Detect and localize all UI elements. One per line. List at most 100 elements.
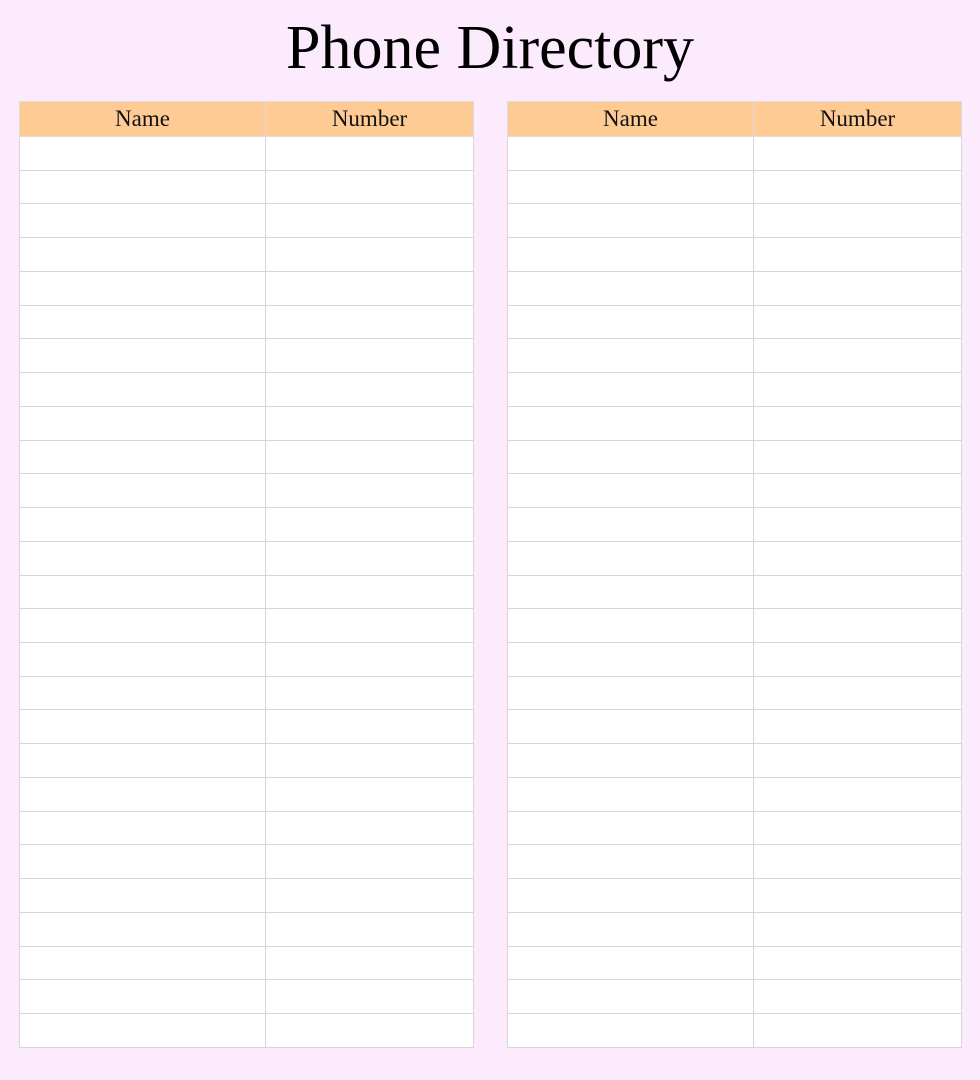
number-input[interactable] xyxy=(754,845,961,879)
name-input[interactable] xyxy=(508,440,753,474)
name-input[interactable] xyxy=(508,777,753,811)
name-input[interactable] xyxy=(20,744,265,777)
name-input[interactable] xyxy=(20,238,265,271)
name-input[interactable] xyxy=(508,845,753,879)
name-input[interactable] xyxy=(20,271,265,305)
name-input[interactable] xyxy=(20,609,265,643)
name-input[interactable] xyxy=(20,474,265,508)
name-input[interactable] xyxy=(20,710,265,744)
number-input[interactable] xyxy=(754,440,961,474)
name-input[interactable] xyxy=(20,137,265,170)
number-input[interactable] xyxy=(754,643,961,676)
number-input[interactable] xyxy=(754,609,961,643)
number-input[interactable] xyxy=(266,406,473,440)
name-input[interactable] xyxy=(508,710,753,744)
number-input[interactable] xyxy=(266,575,473,609)
number-input[interactable] xyxy=(266,879,473,912)
number-input[interactable] xyxy=(266,1014,473,1047)
number-input[interactable] xyxy=(266,710,473,744)
number-input[interactable] xyxy=(266,238,473,271)
number-input[interactable] xyxy=(266,508,473,541)
name-input[interactable] xyxy=(20,777,265,811)
number-input[interactable] xyxy=(266,946,473,980)
number-input[interactable] xyxy=(754,744,961,777)
name-input[interactable] xyxy=(508,305,753,339)
name-input[interactable] xyxy=(508,575,753,609)
number-input[interactable] xyxy=(266,845,473,879)
name-input[interactable] xyxy=(20,339,265,373)
name-input[interactable] xyxy=(20,170,265,204)
name-input[interactable] xyxy=(508,373,753,406)
name-input[interactable] xyxy=(20,508,265,541)
number-input[interactable] xyxy=(754,238,961,271)
name-input[interactable] xyxy=(508,912,753,946)
number-input[interactable] xyxy=(266,744,473,777)
number-input[interactable] xyxy=(754,271,961,305)
name-input[interactable] xyxy=(20,440,265,474)
number-input[interactable] xyxy=(266,912,473,946)
name-input[interactable] xyxy=(20,912,265,946)
number-input[interactable] xyxy=(754,339,961,373)
name-input[interactable] xyxy=(508,474,753,508)
name-input[interactable] xyxy=(508,508,753,541)
name-input[interactable] xyxy=(20,845,265,879)
name-input[interactable] xyxy=(508,811,753,845)
number-input[interactable] xyxy=(266,676,473,710)
name-input[interactable] xyxy=(20,305,265,339)
name-input[interactable] xyxy=(20,879,265,912)
number-input[interactable] xyxy=(266,541,473,575)
name-input[interactable] xyxy=(20,676,265,710)
name-input[interactable] xyxy=(508,643,753,676)
number-input[interactable] xyxy=(266,204,473,238)
name-input[interactable] xyxy=(20,1014,265,1047)
name-input[interactable] xyxy=(508,339,753,373)
number-input[interactable] xyxy=(754,575,961,609)
number-input[interactable] xyxy=(754,710,961,744)
name-input[interactable] xyxy=(20,541,265,575)
name-input[interactable] xyxy=(508,879,753,912)
number-input[interactable] xyxy=(266,170,473,204)
number-input[interactable] xyxy=(754,204,961,238)
number-input[interactable] xyxy=(754,137,961,170)
name-input[interactable] xyxy=(508,541,753,575)
number-input[interactable] xyxy=(266,777,473,811)
number-input[interactable] xyxy=(754,811,961,845)
name-input[interactable] xyxy=(508,204,753,238)
name-input[interactable] xyxy=(20,575,265,609)
number-input[interactable] xyxy=(266,474,473,508)
name-input[interactable] xyxy=(20,406,265,440)
number-input[interactable] xyxy=(754,1014,961,1047)
number-input[interactable] xyxy=(266,440,473,474)
number-input[interactable] xyxy=(754,879,961,912)
number-input[interactable] xyxy=(754,170,961,204)
number-input[interactable] xyxy=(266,305,473,339)
number-input[interactable] xyxy=(266,271,473,305)
name-input[interactable] xyxy=(20,946,265,980)
number-input[interactable] xyxy=(266,609,473,643)
name-input[interactable] xyxy=(508,980,753,1014)
name-input[interactable] xyxy=(508,676,753,710)
name-input[interactable] xyxy=(508,137,753,170)
number-input[interactable] xyxy=(754,946,961,980)
name-input[interactable] xyxy=(20,980,265,1014)
name-input[interactable] xyxy=(508,170,753,204)
number-input[interactable] xyxy=(266,137,473,170)
number-input[interactable] xyxy=(266,980,473,1014)
name-input[interactable] xyxy=(508,1014,753,1047)
number-input[interactable] xyxy=(754,980,961,1014)
number-input[interactable] xyxy=(754,508,961,541)
number-input[interactable] xyxy=(754,406,961,440)
number-input[interactable] xyxy=(266,373,473,406)
name-input[interactable] xyxy=(20,643,265,676)
name-input[interactable] xyxy=(20,204,265,238)
name-input[interactable] xyxy=(508,238,753,271)
name-input[interactable] xyxy=(508,406,753,440)
number-input[interactable] xyxy=(266,339,473,373)
number-input[interactable] xyxy=(754,676,961,710)
number-input[interactable] xyxy=(754,305,961,339)
name-input[interactable] xyxy=(508,744,753,777)
number-input[interactable] xyxy=(754,541,961,575)
number-input[interactable] xyxy=(754,777,961,811)
name-input[interactable] xyxy=(508,609,753,643)
name-input[interactable] xyxy=(508,271,753,305)
